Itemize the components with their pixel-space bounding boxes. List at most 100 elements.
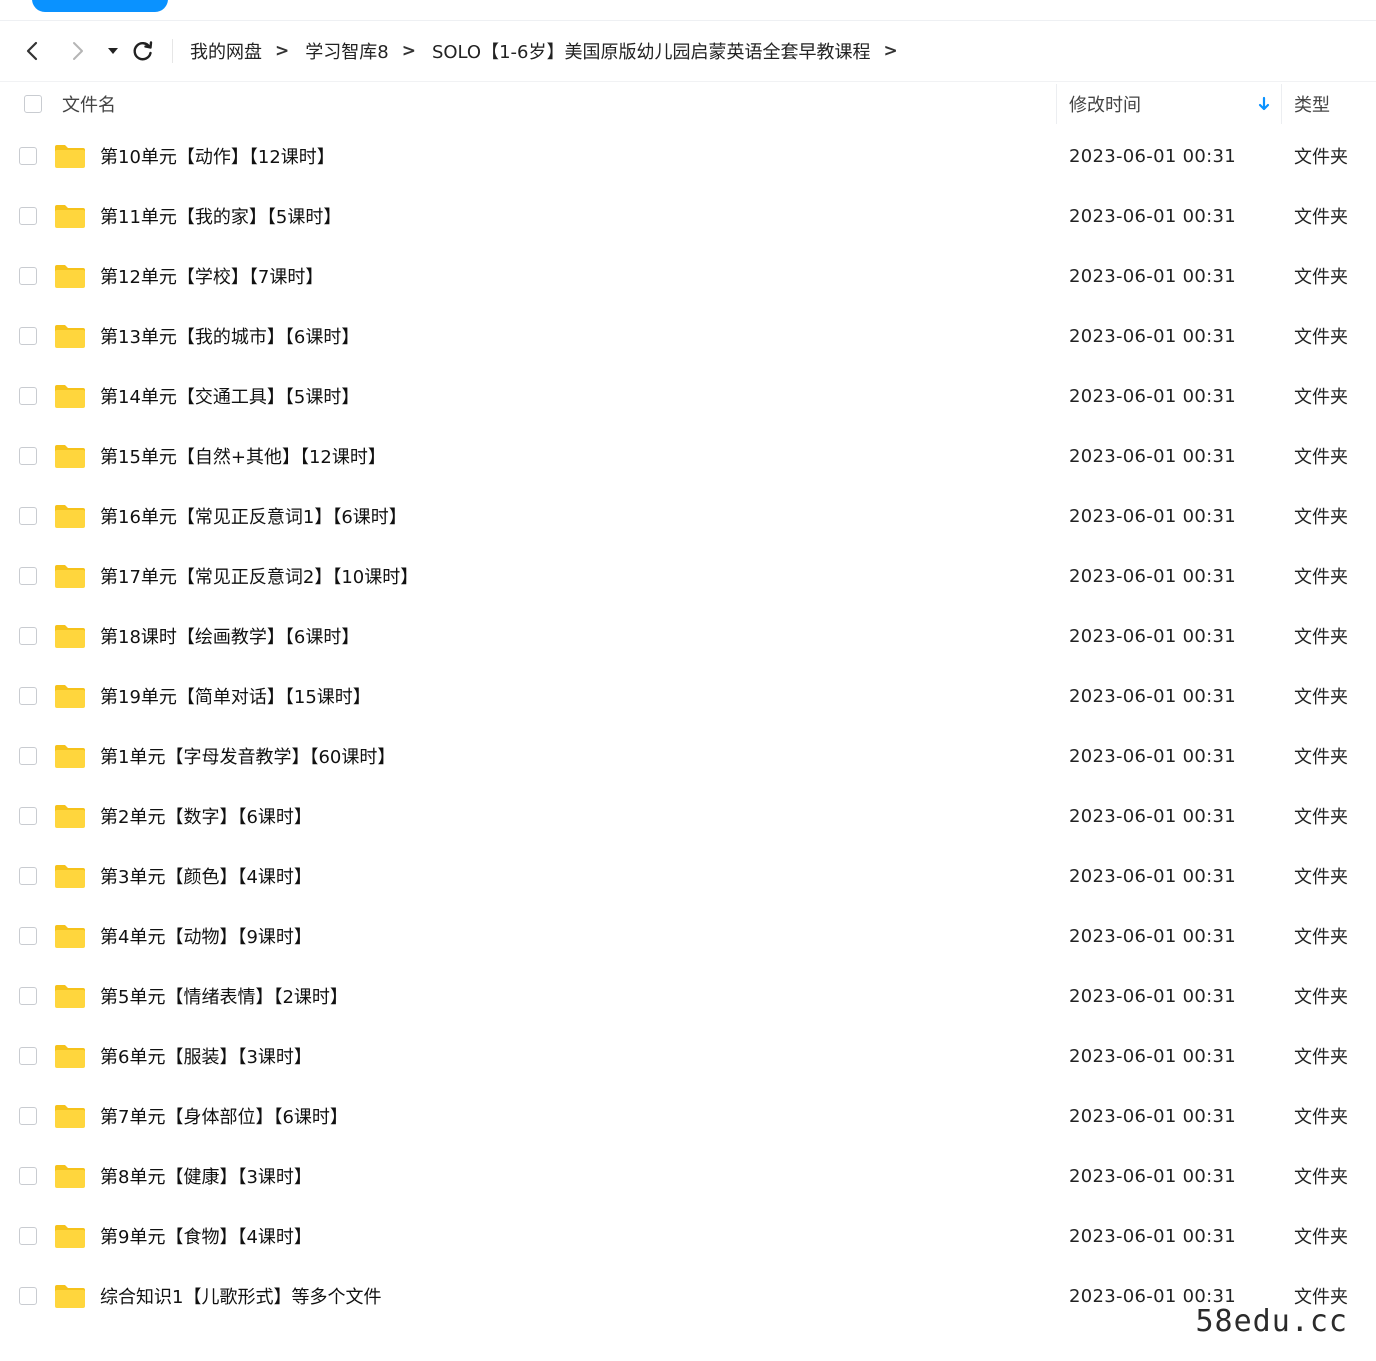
row-checkbox[interactable]: [19, 987, 37, 1005]
file-name[interactable]: 综合知识1【儿歌形式】等多个文件: [100, 1266, 381, 1326]
file-name[interactable]: 第8单元【健康】【3课时】: [100, 1146, 312, 1206]
row-checkbox[interactable]: [19, 927, 37, 945]
file-row[interactable]: 第9单元【食物】【4课时】 2023-06-01 00:31 文件夹: [0, 1206, 1376, 1266]
breadcrumb-item[interactable]: 学习智库8: [305, 38, 388, 64]
file-row[interactable]: 第1单元【字母发音教学】【60课时】 2023-06-01 00:31 文件夹: [0, 726, 1376, 786]
navigation-bar: 我的网盘 > 学习智库8 > SOLO【1-6岁】美国原版幼儿园启蒙英语全套早教…: [0, 21, 1376, 81]
row-checkbox[interactable]: [19, 387, 37, 405]
row-checkbox[interactable]: [19, 507, 37, 525]
file-row[interactable]: 第3单元【颜色】【4课时】 2023-06-01 00:31 文件夹: [0, 846, 1376, 906]
file-row[interactable]: 综合知识1【儿歌形式】等多个文件 2023-06-01 00:31 文件夹: [0, 1266, 1376, 1326]
file-row[interactable]: 第6单元【服装】【3课时】 2023-06-01 00:31 文件夹: [0, 1026, 1376, 1086]
column-header-type[interactable]: 类型: [1294, 82, 1330, 126]
file-row[interactable]: 第2单元【数字】【6课时】 2023-06-01 00:31 文件夹: [0, 786, 1376, 846]
caret-down-icon[interactable]: [105, 43, 121, 59]
file-name[interactable]: 第13单元【我的城市】【6课时】: [100, 306, 359, 366]
file-row[interactable]: 第12单元【学校】【7课时】 2023-06-01 00:31 文件夹: [0, 246, 1376, 306]
row-checkbox[interactable]: [19, 267, 37, 285]
select-all-checkbox[interactable]: [24, 95, 42, 113]
file-row[interactable]: 第5单元【情绪表情】【2课时】 2023-06-01 00:31 文件夹: [0, 966, 1376, 1026]
row-checkbox[interactable]: [19, 807, 37, 825]
breadcrumb: 我的网盘 > 学习智库8 > SOLO【1-6岁】美国原版幼儿园启蒙英语全套早教…: [190, 21, 914, 81]
file-name[interactable]: 第4单元【动物】【9课时】: [100, 906, 312, 966]
row-checkbox[interactable]: [19, 1287, 37, 1305]
file-type: 文件夹: [1294, 927, 1348, 948]
file-type: 文件夹: [1294, 267, 1348, 288]
folder-icon: [54, 1283, 86, 1313]
file-name[interactable]: 第5单元【情绪表情】【2课时】: [100, 966, 348, 1026]
file-name[interactable]: 第10单元【动作】【12课时】: [100, 126, 335, 186]
column-divider[interactable]: [1281, 84, 1282, 124]
folder-icon: [54, 683, 86, 713]
file-name[interactable]: 第6单元【服装】【3课时】: [100, 1026, 312, 1086]
row-checkbox[interactable]: [19, 327, 37, 345]
file-type: 文件夹: [1294, 867, 1348, 888]
file-name[interactable]: 第17单元【常见正反意词2】【10课时】: [100, 546, 418, 606]
file-row[interactable]: 第7单元【身体部位】【6课时】 2023-06-01 00:31 文件夹: [0, 1086, 1376, 1146]
file-type: 文件夹: [1294, 747, 1348, 768]
file-name[interactable]: 第9单元【食物】【4课时】: [100, 1206, 312, 1266]
folder-icon: [54, 1223, 86, 1253]
row-checkbox[interactable]: [19, 207, 37, 225]
row-checkbox[interactable]: [19, 1107, 37, 1125]
row-checkbox[interactable]: [19, 447, 37, 465]
refresh-icon[interactable]: [131, 39, 155, 63]
file-row[interactable]: 第11单元【我的家】【5课时】 2023-06-01 00:31 文件夹: [0, 186, 1376, 246]
file-name[interactable]: 第16单元【常见正反意词1】【6课时】: [100, 486, 407, 546]
file-row[interactable]: 第13单元【我的城市】【6课时】 2023-06-01 00:31 文件夹: [0, 306, 1376, 366]
chevron-right-icon[interactable]: [68, 39, 88, 63]
breadcrumb-item[interactable]: SOLO【1-6岁】美国原版幼儿园启蒙英语全套早教课程: [432, 38, 871, 64]
file-name[interactable]: 第2单元【数字】【6课时】: [100, 786, 312, 846]
chevron-left-icon[interactable]: [22, 39, 42, 63]
file-name[interactable]: 第3单元【颜色】【4课时】: [100, 846, 312, 906]
row-checkbox[interactable]: [19, 747, 37, 765]
file-modified-time: 2023-06-01 00:31: [1069, 325, 1237, 347]
breadcrumb-separator: >: [275, 41, 290, 61]
folder-icon: [54, 383, 86, 413]
file-name[interactable]: 第18课时【绘画教学】【6课时】: [100, 606, 359, 666]
file-modified-time: 2023-06-01 00:31: [1069, 205, 1237, 227]
watermark: 58edu.cc: [1195, 1304, 1348, 1339]
column-divider[interactable]: [1056, 84, 1057, 124]
folder-icon: [54, 923, 86, 953]
file-row[interactable]: 第18课时【绘画教学】【6课时】 2023-06-01 00:31 文件夹: [0, 606, 1376, 666]
folder-icon: [54, 443, 86, 473]
file-name[interactable]: 第14单元【交通工具】【5课时】: [100, 366, 359, 426]
file-row[interactable]: 第8单元【健康】【3课时】 2023-06-01 00:31 文件夹: [0, 1146, 1376, 1206]
file-name[interactable]: 第12单元【学校】【7课时】: [100, 246, 323, 306]
file-name[interactable]: 第11单元【我的家】【5课时】: [100, 186, 341, 246]
upload-button[interactable]: [32, 0, 168, 12]
arrow-down-icon[interactable]: [1257, 82, 1271, 126]
folder-icon: [54, 203, 86, 233]
file-name[interactable]: 第1单元【字母发音教学】【60课时】: [100, 726, 395, 786]
file-modified-time: 2023-06-01 00:31: [1069, 1225, 1237, 1247]
file-row[interactable]: 第19单元【简单对话】【15课时】 2023-06-01 00:31 文件夹: [0, 666, 1376, 726]
row-checkbox[interactable]: [19, 867, 37, 885]
file-name[interactable]: 第15单元【自然+其他】【12课时】: [100, 426, 386, 486]
folder-icon: [54, 803, 86, 833]
file-list: 第10单元【动作】【12课时】 2023-06-01 00:31 文件夹 第11单元【…: [0, 126, 1376, 1326]
row-checkbox[interactable]: [19, 147, 37, 165]
row-checkbox[interactable]: [19, 627, 37, 645]
row-checkbox[interactable]: [19, 687, 37, 705]
row-checkbox[interactable]: [19, 567, 37, 585]
file-row[interactable]: 第16单元【常见正反意词1】【6课时】 2023-06-01 00:31 文件夹: [0, 486, 1376, 546]
row-checkbox[interactable]: [19, 1227, 37, 1245]
file-modified-time: 2023-06-01 00:31: [1069, 985, 1237, 1007]
file-row[interactable]: 第14单元【交通工具】【5课时】 2023-06-01 00:31 文件夹: [0, 366, 1376, 426]
folder-icon: [54, 563, 86, 593]
file-name[interactable]: 第7单元【身体部位】【6课时】: [100, 1086, 348, 1146]
folder-icon: [54, 1103, 86, 1133]
breadcrumb-item[interactable]: 我的网盘: [190, 38, 262, 64]
file-row[interactable]: 第15单元【自然+其他】【12课时】 2023-06-01 00:31 文件夹: [0, 426, 1376, 486]
file-row[interactable]: 第10单元【动作】【12课时】 2023-06-01 00:31 文件夹: [0, 126, 1376, 186]
column-header-name[interactable]: 文件名: [62, 82, 116, 126]
file-name[interactable]: 第19单元【简单对话】【15课时】: [100, 666, 371, 726]
file-row[interactable]: 第17单元【常见正反意词2】【10课时】 2023-06-01 00:31 文件夹: [0, 546, 1376, 606]
file-row[interactable]: 第4单元【动物】【9课时】 2023-06-01 00:31 文件夹: [0, 906, 1376, 966]
row-checkbox[interactable]: [19, 1047, 37, 1065]
select-all-checkbox-cell: [24, 82, 42, 126]
row-checkbox[interactable]: [19, 1167, 37, 1185]
column-header-modified[interactable]: 修改时间: [1069, 82, 1141, 126]
folder-icon: [54, 143, 86, 173]
